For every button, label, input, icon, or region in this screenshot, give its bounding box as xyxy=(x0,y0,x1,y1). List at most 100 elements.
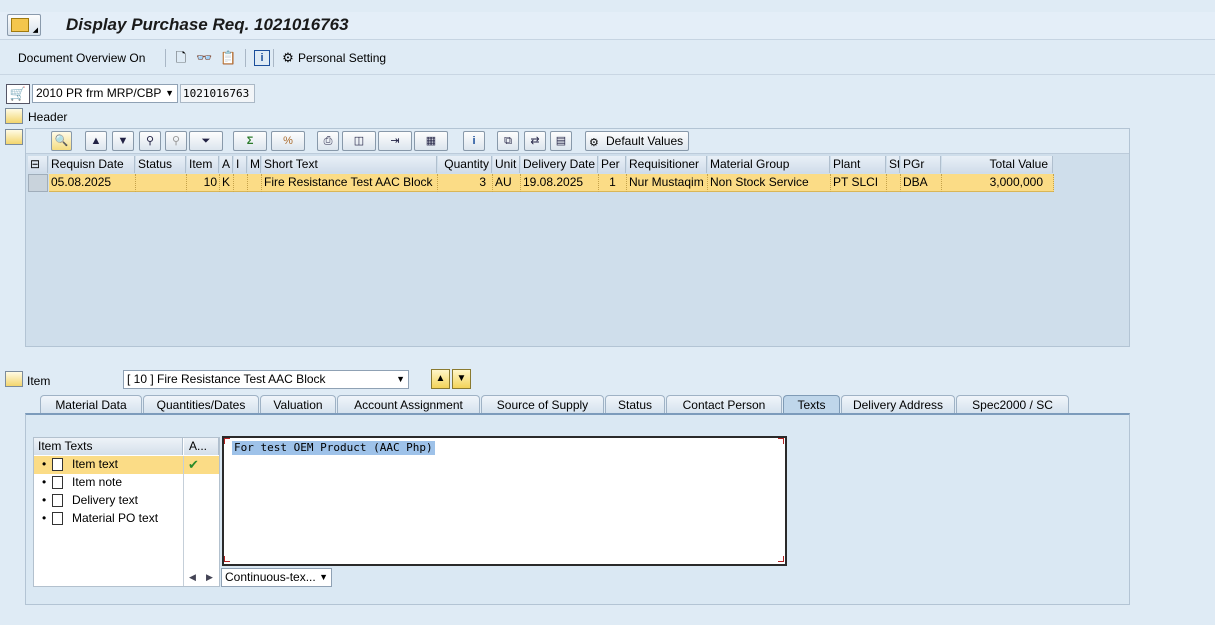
tab-delivery-address[interactable]: Delivery Address xyxy=(841,395,955,414)
default-values-button[interactable]: ⚙ Default Values xyxy=(585,131,689,151)
tab-quantities-dates[interactable]: Quantities/Dates xyxy=(143,395,259,414)
personal-setting-icon[interactable]: ⚙ xyxy=(280,50,296,66)
column-header[interactable]: Quantity xyxy=(438,156,492,173)
text-format-value: Continuous-tex... xyxy=(225,570,316,584)
tree-column-header[interactable]: Item Texts xyxy=(34,438,183,455)
bullet-icon: • xyxy=(42,457,47,471)
layout-icon[interactable]: ▦ xyxy=(414,131,448,151)
column-header[interactable]: Per xyxy=(599,156,626,173)
table-cell[interactable]: 3,000,000 xyxy=(942,174,1054,192)
column-header[interactable]: PGr xyxy=(901,156,941,173)
tree-item-delivery-text[interactable]: • Delivery text xyxy=(34,492,183,510)
row-selector[interactable] xyxy=(28,174,48,192)
column-header[interactable]: Short Text xyxy=(262,156,437,173)
column-header[interactable]: Item xyxy=(187,156,219,173)
table-cell[interactable] xyxy=(234,174,248,192)
document-overview-button[interactable]: Document Overview On xyxy=(18,51,145,65)
item-select[interactable]: [ 10 ] Fire Resistance Test AAC Block ▼ xyxy=(123,370,409,389)
next-item-button[interactable]: ▼ xyxy=(452,369,471,389)
system-menu-button[interactable]: ◢ xyxy=(7,14,41,36)
table-cell[interactable] xyxy=(136,174,187,192)
table-cell[interactable]: Non Stock Service xyxy=(708,174,831,192)
tree-item-label: Delivery text xyxy=(72,493,139,507)
tree-column-header[interactable]: A... xyxy=(184,438,219,455)
column-header[interactable]: I xyxy=(234,156,247,173)
item-detail-collapse-button[interactable] xyxy=(5,371,23,387)
tab-spec2000-sc[interactable]: Spec2000 / SC xyxy=(956,395,1069,414)
item-overview-collapse-button[interactable] xyxy=(5,129,23,145)
column-header[interactable]: Unit xyxy=(493,156,520,173)
sort-ascending-icon[interactable]: ▲ xyxy=(85,131,107,151)
table-cell[interactable]: DBA xyxy=(901,174,942,192)
editor-corner-mark xyxy=(224,556,230,562)
previous-item-button[interactable]: ▲ xyxy=(431,369,450,389)
new-document-icon[interactable]: 🗋 xyxy=(173,50,189,66)
document-icon[interactable]: ▤ xyxy=(550,131,572,151)
personal-setting-button[interactable]: Personal Setting xyxy=(298,51,386,65)
item-label: Item xyxy=(27,374,51,388)
text-format-select[interactable]: Continuous-tex... ▼ xyxy=(221,568,332,587)
glasses-display-icon[interactable]: 👓 xyxy=(196,50,212,66)
views-icon[interactable]: ◫ xyxy=(342,131,376,151)
transfer-icon[interactable]: ⇄ xyxy=(524,131,546,151)
table-cell[interactable]: 3 xyxy=(438,174,493,192)
pr-number-field[interactable]: 1021016763 xyxy=(180,84,255,103)
column-header[interactable]: Delivery Date xyxy=(521,156,598,173)
table-cell[interactable] xyxy=(248,174,262,192)
table-cell[interactable]: 05.08.2025 xyxy=(49,174,136,192)
subtotal-icon[interactable]: % xyxy=(271,131,305,151)
column-header[interactable]: Total Value xyxy=(942,156,1053,173)
details-icon[interactable]: 🔍 xyxy=(51,131,72,151)
column-header[interactable]: Requisitioner xyxy=(627,156,707,173)
default-values-label: Default Values xyxy=(606,134,684,148)
print-icon[interactable]: ⎙ xyxy=(317,131,339,151)
info-icon[interactable]: i xyxy=(463,131,485,151)
table-cell[interactable]: AU xyxy=(493,174,521,192)
tab-contact-person[interactable]: Contact Person xyxy=(666,395,782,414)
column-header[interactable]: Requisn Date xyxy=(49,156,135,173)
sum-icon[interactable]: Σ xyxy=(233,131,267,151)
text-editor[interactable] xyxy=(222,436,787,566)
tab-source-of-supply[interactable]: Source of Supply xyxy=(481,395,604,414)
tree-item-material-po-text[interactable]: • Material PO text xyxy=(34,510,183,528)
table-cell[interactable]: Fire Resistance Test AAC Block xyxy=(262,174,438,192)
column-header[interactable]: Material Group xyxy=(708,156,830,173)
filter-icon[interactable]: ⏷ xyxy=(189,131,223,151)
column-header[interactable]: Plant xyxy=(831,156,886,173)
select-all-cell[interactable]: ⊟ xyxy=(28,156,48,173)
table-cell[interactable] xyxy=(887,174,901,192)
sort-descending-icon[interactable]: ▼ xyxy=(112,131,134,151)
hold-icon[interactable]: 📋 xyxy=(220,50,236,66)
document-type-select[interactable]: 2010 PR frm MRP/CBP ▼ xyxy=(32,84,178,103)
document-type-value: 2010 PR frm MRP/CBP xyxy=(36,86,162,100)
tab-account-assignment[interactable]: Account Assignment xyxy=(337,395,480,414)
column-header[interactable]: Status xyxy=(136,156,186,173)
shopping-cart-icon[interactable]: 🛒 xyxy=(6,84,30,104)
table-cell[interactable]: Nur Mustaqim xyxy=(627,174,708,192)
table-cell[interactable]: 10 xyxy=(187,174,220,192)
table-cell[interactable]: 1 xyxy=(599,174,627,192)
table-cell[interactable]: PT SLCI xyxy=(831,174,887,192)
export-icon[interactable]: ⇥ xyxy=(378,131,412,151)
info-icon[interactable]: i xyxy=(254,50,270,66)
column-header[interactable]: Ma xyxy=(248,156,261,173)
tab-material-data[interactable]: Material Data xyxy=(40,395,142,414)
toolbar-separator xyxy=(273,49,274,67)
menu-icon xyxy=(11,18,29,32)
editor-selected-text[interactable]: For test OEM Product (AAC Php) xyxy=(232,441,435,455)
column-header[interactable]: St xyxy=(887,156,900,173)
tab-valuation[interactable]: Valuation xyxy=(260,395,336,414)
table-cell[interactable]: 19.08.2025 xyxy=(521,174,599,192)
tree-item-item-note[interactable]: • Item note xyxy=(34,474,183,492)
scroll-left-icon[interactable]: ◀ xyxy=(189,572,196,583)
table-cell[interactable]: K xyxy=(220,174,234,192)
tab-status[interactable]: Status xyxy=(605,395,665,414)
find-next-icon[interactable]: ⚲ xyxy=(165,131,187,151)
scroll-right-icon[interactable]: ▶ xyxy=(206,572,213,583)
copy-icon[interactable]: ⧉ xyxy=(497,131,519,151)
column-header[interactable]: A xyxy=(220,156,233,173)
tab-texts[interactable]: Texts xyxy=(783,395,840,414)
tree-item-item-text[interactable]: • Item text xyxy=(34,456,183,474)
header-expand-button[interactable] xyxy=(5,108,23,124)
find-icon[interactable]: ⚲ xyxy=(139,131,161,151)
